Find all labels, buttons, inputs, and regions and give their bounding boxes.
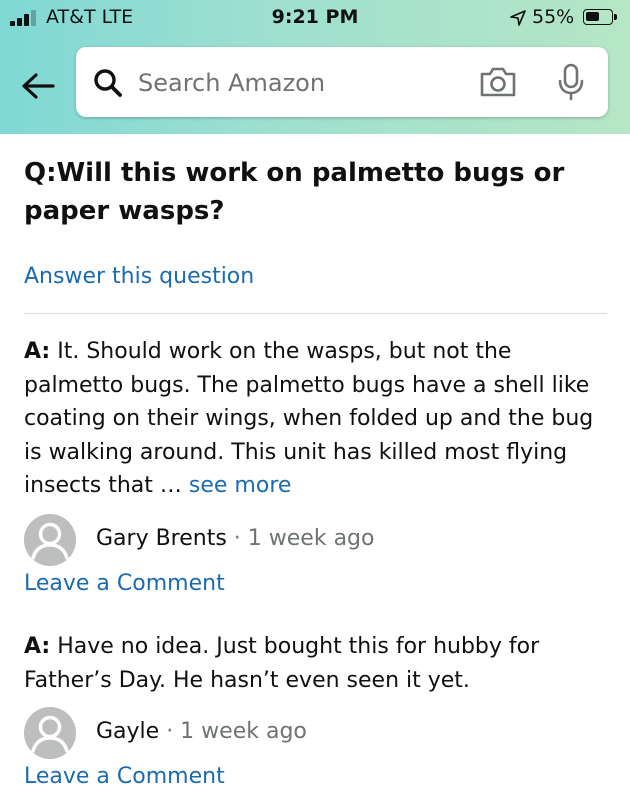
magnifier-icon (92, 67, 124, 103)
answer-prefix: A: (24, 339, 51, 364)
default-avatar-icon (24, 514, 76, 566)
location-arrow-icon (510, 9, 526, 31)
leave-comment-link[interactable]: Leave a Comment (24, 762, 225, 792)
answer-question-link[interactable]: Answer this question (24, 262, 607, 292)
leave-comment-link[interactable]: Leave a Comment (24, 569, 225, 599)
answer-text: A: Have no idea. Just bought this for hu… (24, 630, 607, 697)
answer-date: · 1 week ago (159, 719, 307, 744)
battery-tip (614, 14, 617, 20)
answer-prefix: A: (24, 634, 51, 659)
microphone-icon[interactable] (556, 62, 586, 106)
divider (24, 313, 607, 314)
arrow-left-icon (22, 73, 55, 99)
question-title: Q:Will this work on palmetto bugs or pap… (24, 158, 565, 226)
answer-body: Have no idea. Just bought this for hubby… (24, 634, 540, 693)
battery-icon (583, 9, 613, 25)
answer-body: It. Should work on the wasps, but not th… (24, 339, 594, 498)
battery-percent: 55% (532, 6, 575, 28)
see-more-link[interactable]: see more (189, 473, 292, 498)
author-line: Gary Brents · 1 week ago (96, 524, 375, 554)
answer-author: Gary Brents · 1 week ago (24, 514, 607, 566)
app-header: AT&T LTE 9:21 PM 55% (0, 0, 630, 134)
search-bar[interactable] (76, 47, 608, 117)
status-bar: AT&T LTE 9:21 PM 55% (0, 0, 630, 36)
author-line: Gayle · 1 week ago (96, 717, 307, 747)
author-name[interactable]: Gary Brents (96, 526, 227, 551)
answer-date: · 1 week ago (226, 526, 375, 551)
camera-icon[interactable] (478, 64, 518, 104)
avatar (24, 514, 76, 566)
question-section: Q:Will this work on palmetto bugs or pap… (24, 150, 607, 292)
search-input[interactable] (136, 63, 460, 103)
answer-author: Gayle · 1 week ago (24, 707, 607, 759)
default-avatar-icon (24, 707, 76, 759)
author-name[interactable]: Gayle (96, 719, 159, 744)
avatar (24, 707, 76, 759)
back-button[interactable] (18, 66, 58, 106)
answer-text: A: It. Should work on the wasps, but not… (24, 335, 607, 503)
